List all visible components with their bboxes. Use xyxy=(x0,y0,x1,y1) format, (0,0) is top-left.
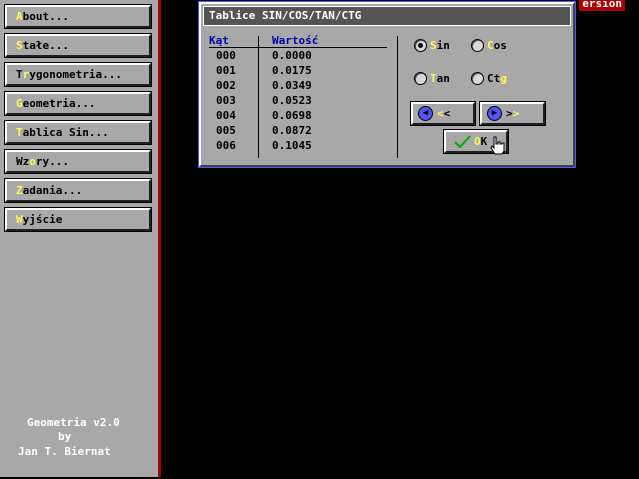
trig-tables-dialog: Tablice SIN/COS/TAN/CTG Kąt Wartość 000 0… xyxy=(198,1,576,168)
credits-by: by xyxy=(58,430,72,443)
credits-app-name: Geometria v2.0 xyxy=(27,416,120,429)
column-header-angle: Kąt xyxy=(209,34,229,47)
checkmark-icon xyxy=(454,135,471,148)
radio-indicator-selected xyxy=(414,38,427,52)
radio-cos[interactable]: Cos xyxy=(471,38,507,54)
table-row: 005 0.0872 xyxy=(216,124,312,137)
menu-button-formulas[interactable]: Wzory... xyxy=(4,149,152,174)
menu-button-trigonometry[interactable]: Trygonometria... xyxy=(4,62,152,87)
table-row: 004 0.0698 xyxy=(216,109,312,122)
menu-button-sin-table[interactable]: Tablica Sin... xyxy=(4,120,152,145)
hand-pointer-icon xyxy=(490,136,505,155)
menu-button-exit[interactable]: Wyjście xyxy=(4,207,152,232)
dialog-title: Tablice SIN/COS/TAN/CTG xyxy=(203,6,571,26)
menu-button-tasks[interactable]: Zadania... xyxy=(4,178,152,203)
menu-button-constants[interactable]: Stałe... xyxy=(4,33,152,58)
table-row: 001 0.0175 xyxy=(216,64,312,77)
radio-indicator xyxy=(414,71,427,85)
radio-ctg[interactable]: Ctg xyxy=(471,71,507,87)
prev-button[interactable]: ◀ << xyxy=(410,101,476,126)
radio-indicator xyxy=(471,71,484,85)
version-tag: ersion xyxy=(579,0,625,11)
table-row: 002 0.0349 xyxy=(216,79,312,92)
main-menu-panel: About... Stałe... Trygonometria... Geome… xyxy=(0,0,161,477)
arrow-right-icon: ▶ xyxy=(487,106,502,121)
menu-button-geometry[interactable]: Geometria... xyxy=(4,91,152,116)
column-header-value: Wartość xyxy=(272,34,319,47)
header-divider xyxy=(209,47,387,48)
menu-button-about[interactable]: About... xyxy=(4,4,152,29)
next-button[interactable]: ▶ >> xyxy=(479,101,546,126)
credits-author: Jan T. Biernat xyxy=(18,445,111,458)
table-row: 003 0.0523 xyxy=(216,94,312,107)
arrow-left-icon: ◀ xyxy=(418,106,433,121)
radio-sin[interactable]: Sin xyxy=(414,38,450,54)
table-row: 000 0.0000 xyxy=(216,49,312,62)
radio-indicator xyxy=(471,38,484,52)
panel-divider xyxy=(397,36,398,158)
table-row: 006 0.1045 xyxy=(216,139,312,152)
radio-tan[interactable]: Tan xyxy=(414,71,450,87)
